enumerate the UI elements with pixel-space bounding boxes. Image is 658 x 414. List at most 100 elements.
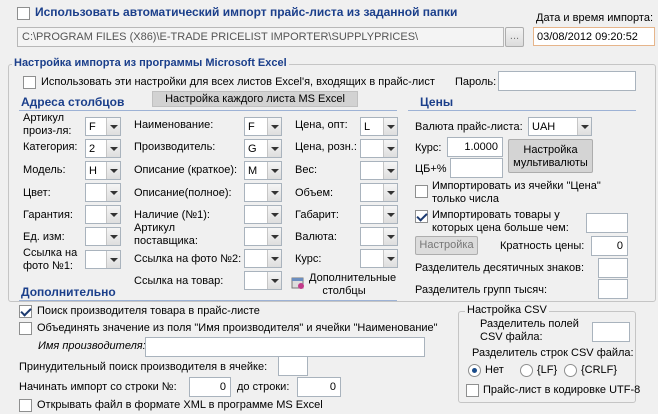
- csv-option-none-radio[interactable]: [468, 364, 481, 377]
- csv-option-crlf-label: {CRLF}: [581, 364, 618, 376]
- col2-combo-name[interactable]: F: [244, 117, 282, 136]
- col2-label-supplier-article: Артикул поставщика:: [134, 222, 198, 247]
- multiplicity-label: Кратность цены:: [500, 240, 585, 252]
- import-datetime-label: Дата и время импорта:: [536, 12, 654, 24]
- use-for-all-sheets-label: Использовать эти настройки для всех лист…: [41, 76, 435, 88]
- csv-utf8-label: Прайс-лист в кодировке UTF-8: [483, 384, 641, 396]
- group-sep-input[interactable]: [598, 279, 628, 299]
- col1-combo-warranty[interactable]: [85, 205, 121, 224]
- start-row-input[interactable]: 0: [189, 377, 231, 397]
- manufacturer-name-input[interactable]: [145, 337, 425, 357]
- prices-title: Цены: [420, 95, 454, 109]
- col3-combo-rate[interactable]: [360, 249, 398, 268]
- multiplicity-input[interactable]: 0: [591, 236, 628, 256]
- decimal-sep-label: Разделитель десятичных знаков:: [415, 262, 585, 274]
- col2-combo-photo2[interactable]: [244, 249, 282, 268]
- col3-label-price-retail: Цена, розн.:: [295, 141, 357, 153]
- csv-option-lf-radio[interactable]: [520, 364, 533, 377]
- col3-label-rate: Курс:: [295, 253, 322, 265]
- col1-combo-model[interactable]: H: [85, 161, 121, 180]
- extra-title: Дополнительно: [21, 285, 116, 299]
- csv-field-sep-input[interactable]: [592, 322, 630, 342]
- col3-label-price-wholesale: Цена, опт:: [295, 119, 348, 131]
- col2-label-link: Ссылка на товар:: [134, 275, 224, 287]
- col3-combo-currency[interactable]: [360, 227, 398, 246]
- end-row-label: до строки:: [237, 381, 290, 393]
- col1-label-category: Категория:: [23, 141, 78, 153]
- csv-utf8-checkbox[interactable]: [466, 384, 479, 397]
- col1-combo-category[interactable]: 2: [85, 139, 121, 158]
- currency-label: Валюта прайс-листа:: [415, 121, 523, 133]
- col1-combo-unit[interactable]: [85, 227, 121, 246]
- extra-columns-icon[interactable]: [291, 276, 305, 290]
- currency-combo[interactable]: UAH: [528, 117, 592, 136]
- forced-search-input[interactable]: [278, 356, 308, 376]
- col3-label-weight: Вес:: [295, 164, 318, 176]
- browse-button[interactable]: ...: [505, 27, 524, 47]
- col3-combo-weight[interactable]: [360, 161, 398, 180]
- auto-import-checkbox[interactable]: [17, 7, 30, 20]
- import-goods-price-gt-input[interactable]: [586, 213, 628, 233]
- col2-combo-manufacturer[interactable]: G: [244, 139, 282, 158]
- password-input[interactable]: [498, 71, 636, 91]
- import-datetime-field[interactable]: 03/08/2012 09:20:52: [533, 27, 655, 46]
- col3-combo-volume[interactable]: [360, 183, 398, 202]
- multicurrency-button[interactable]: Настройка мультивалюты: [508, 139, 593, 173]
- import-path-value: C:\PROGRAM FILES (X86)\E-TRADE PRICELIST…: [22, 31, 419, 43]
- import-goods-price-gt-checkbox[interactable]: [415, 210, 428, 223]
- auto-import-label: Использовать автоматический импорт прайс…: [35, 5, 458, 19]
- csv-title: Настройка CSV: [465, 304, 549, 317]
- manufacturer-name-label: Имя производителя:: [38, 340, 146, 352]
- col2-label-stock1: Наличие (№1):: [134, 209, 210, 221]
- col2-label-photo2: Ссылка на фото №2:: [134, 253, 242, 265]
- csv-option-lf-label: {LF}: [537, 364, 558, 376]
- col2-combo-desc-short[interactable]: M: [244, 161, 282, 180]
- password-label: Пароль:: [455, 76, 497, 88]
- excel-settings-title: Настройка импорта из программы Microsoft…: [12, 57, 289, 70]
- group-sep-label: Разделитель групп тысяч:: [415, 284, 548, 296]
- col1-label-color: Цвет:: [23, 187, 51, 199]
- col2-combo-link[interactable]: [244, 271, 282, 290]
- col3-label-dimensions: Габарит:: [295, 209, 339, 221]
- cb-label: ЦБ+%: [415, 163, 447, 175]
- csv-option-crlf-radio[interactable]: [564, 364, 577, 377]
- col1-label-photo1: Ссылка на фото №1:: [23, 247, 78, 272]
- col2-label-manufacturer: Производитель:: [134, 141, 216, 153]
- decimal-sep-input[interactable]: [598, 258, 628, 278]
- import-price-numbers-checkbox[interactable]: [415, 185, 428, 198]
- import-datetime-value: 03/08/2012 09:20:52: [537, 31, 638, 43]
- col3-combo-price-retail[interactable]: [360, 139, 398, 158]
- col1-combo-color[interactable]: [85, 183, 121, 202]
- col1-label-model: Модель:: [23, 164, 66, 176]
- setup-button[interactable]: Настройка: [415, 236, 478, 255]
- cb-input[interactable]: [450, 158, 503, 178]
- open-xml-checkbox[interactable]: [19, 399, 32, 412]
- col2-combo-desc-full[interactable]: [244, 183, 282, 202]
- col3-label-currency: Валюта:: [295, 231, 337, 243]
- end-row-input[interactable]: 0: [297, 377, 341, 397]
- start-row-label: Начинать импорт со строки №:: [19, 381, 177, 393]
- merge-values-checkbox[interactable]: [19, 322, 32, 335]
- columns-title: Адреса столбцов: [21, 95, 125, 109]
- col2-label-desc-full: Описание(полное):: [134, 187, 232, 199]
- forced-search-label: Принудительный поиск производителя в яче…: [19, 361, 268, 373]
- col1-label-warranty: Гарантия:: [23, 209, 73, 221]
- csv-option-none-label: Нет: [485, 364, 504, 376]
- col2-combo-stock1[interactable]: [244, 205, 282, 224]
- merge-values-label: Объединять значение из поля "Имя произво…: [37, 322, 438, 334]
- search-manufacturer-checkbox[interactable]: [19, 305, 32, 318]
- rate-input[interactable]: 1.0000: [447, 137, 503, 157]
- import-path-field[interactable]: C:\PROGRAM FILES (X86)\E-TRADE PRICELIST…: [17, 27, 504, 47]
- extra-columns-link[interactable]: Дополнительные столбцы: [309, 272, 396, 298]
- per-sheet-settings-tab[interactable]: Настройка каждого листа MS Excel: [152, 91, 358, 107]
- col3-combo-dimensions[interactable]: [360, 205, 398, 224]
- col3-combo-price-wholesale[interactable]: L: [360, 117, 398, 136]
- use-for-all-sheets-checkbox[interactable]: [23, 76, 36, 89]
- col3-label-volume: Объем:: [295, 187, 334, 199]
- col1-combo-article[interactable]: F: [85, 117, 121, 136]
- col2-label-name: Наименование:: [134, 119, 214, 131]
- col1-label-unit: Ед. изм:: [23, 231, 65, 243]
- col2-combo-supplier-article[interactable]: [244, 227, 282, 246]
- import-goods-price-gt-label: Импортировать товары у которых цена боль…: [432, 209, 569, 234]
- col1-combo-photo1[interactable]: [85, 250, 121, 269]
